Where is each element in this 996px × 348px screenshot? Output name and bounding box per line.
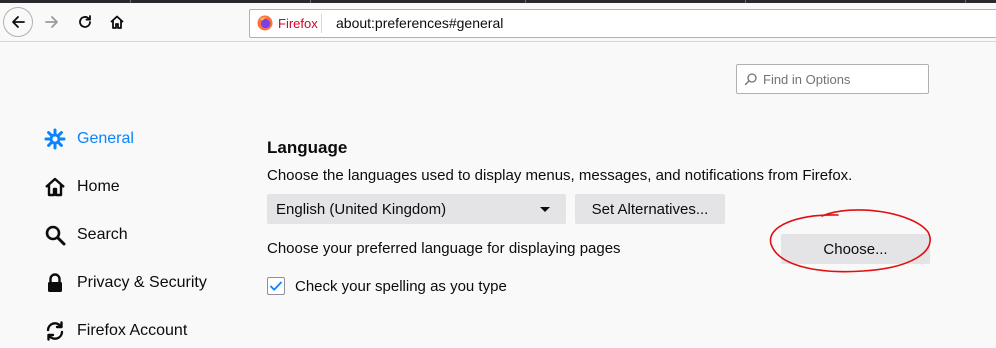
identity-label[interactable]: Firefox [278, 16, 318, 31]
choose-language-button[interactable]: Choose... [781, 234, 930, 264]
language-heading: Language [267, 138, 348, 157]
find-in-options-input[interactable]: Find in Options [736, 64, 929, 94]
reload-icon [79, 15, 91, 28]
sidebar-item-search[interactable]: Search [44, 222, 244, 248]
spellcheck-label: Check your spelling as you type [295, 278, 507, 295]
gear-icon [44, 128, 66, 150]
sidebar-item-label: Home [77, 178, 120, 195]
url-separator [321, 14, 322, 33]
chevron-down-icon [540, 207, 550, 212]
lock-icon [44, 272, 66, 294]
sidebar-item-general[interactable]: General [44, 126, 244, 152]
search-icon [44, 224, 66, 246]
sidebar-item-firefox-account[interactable]: Firefox Account [44, 318, 244, 344]
url-bar[interactable]: Firefox about:preferences#general [249, 9, 996, 38]
home-icon [110, 15, 124, 29]
home-icon [44, 176, 66, 198]
set-alternatives-button[interactable]: Set Alternatives... [575, 194, 725, 224]
find-placeholder: Find in Options [763, 72, 851, 87]
sidebar-item-label: Firefox Account [77, 322, 188, 339]
language-select[interactable]: English (United Kingdom) [267, 194, 566, 224]
forward-arrow-icon [45, 16, 58, 28]
firefox-logo-icon [257, 15, 273, 31]
back-button[interactable] [3, 7, 33, 37]
reload-button[interactable] [70, 7, 100, 37]
checkmark-icon [270, 281, 282, 291]
url-text[interactable]: about:preferences#general [336, 15, 503, 31]
sidebar-item-privacy-security[interactable]: Privacy & Security [44, 270, 244, 296]
spellcheck-checkbox[interactable] [267, 277, 285, 295]
sidebar-item-label: Privacy & Security [77, 274, 207, 291]
back-arrow-icon [12, 16, 25, 28]
search-icon [744, 73, 757, 86]
sync-icon [44, 320, 66, 342]
forward-button[interactable] [37, 7, 67, 37]
selected-language: English (United Kingdom) [276, 201, 447, 218]
home-button[interactable] [102, 7, 132, 37]
sidebar-item-label: General [77, 130, 134, 147]
page-language-description: Choose your preferred language for displ… [267, 240, 621, 257]
navigation-toolbar: Firefox about:preferences#general [0, 3, 996, 42]
sidebar-item-home[interactable]: Home [44, 174, 244, 200]
language-description: Choose the languages used to display men… [267, 167, 853, 184]
sidebar-item-label: Search [77, 226, 128, 243]
